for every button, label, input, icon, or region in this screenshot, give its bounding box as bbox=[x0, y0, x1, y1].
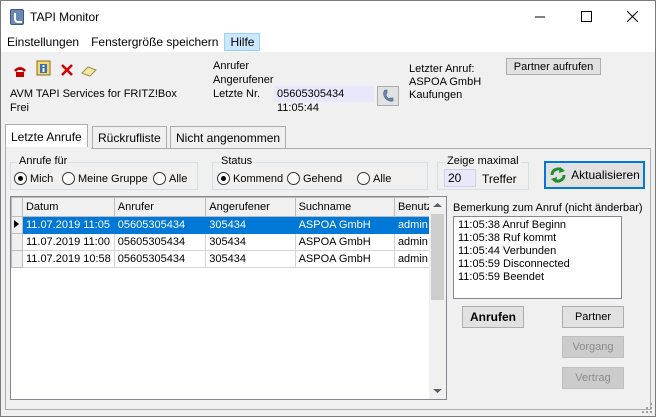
letzter-anruf-company: ASPOA GmbH bbox=[409, 76, 482, 88]
col-datum[interactable]: Datum bbox=[21, 197, 115, 217]
menu-fenstergroesse[interactable]: Fenstergröße speichern bbox=[85, 33, 224, 51]
close-button[interactable] bbox=[609, 1, 655, 32]
phone-app-icon bbox=[10, 8, 24, 25]
call-time: 11:05:44 bbox=[277, 102, 320, 114]
anrufen-button[interactable]: Anrufen bbox=[462, 306, 524, 328]
note-line: 11:05:59 Beendet bbox=[458, 271, 545, 283]
menu-hilfe[interactable]: Hilfe bbox=[224, 33, 261, 51]
aktualisieren-button[interactable]: Aktualisieren bbox=[544, 161, 645, 189]
scroll-down-icon bbox=[433, 389, 442, 393]
close-icon bbox=[626, 11, 638, 22]
radio-mich[interactable]: Mich bbox=[14, 172, 53, 185]
maximize-button[interactable] bbox=[563, 1, 609, 32]
table-row[interactable]: 11.07.2019 10:58 05605305434 305434 ASPO… bbox=[11, 250, 446, 268]
vertrag-button[interactable]: Vertrag bbox=[562, 367, 624, 389]
app-window: TAPI Monitor Einstellungen Fenstergröße … bbox=[0, 0, 656, 417]
vorgang-button[interactable]: Vorgang bbox=[562, 336, 624, 358]
anrufer-label: Anrufer bbox=[213, 60, 250, 72]
grid-header-row: Datum Anrufer Angerufener Suchname Benut… bbox=[11, 197, 446, 217]
row-indicator bbox=[11, 216, 23, 234]
calls-table: Datum Anrufer Angerufener Suchname Benut… bbox=[11, 197, 446, 268]
eraser-icon[interactable] bbox=[81, 62, 97, 78]
letzte-nr-field: 05605305434 bbox=[274, 86, 374, 102]
grid-vertical-scrollbar[interactable] bbox=[429, 197, 446, 399]
maximize-icon bbox=[580, 11, 592, 22]
col-anrufer[interactable]: Anrufer bbox=[113, 197, 207, 217]
table-row[interactable]: 11.07.2019 11:05 05605305434 305434 ASPO… bbox=[11, 216, 446, 234]
letzter-anruf-label: Letzter Anruf: bbox=[409, 63, 475, 75]
row-pointer-icon bbox=[14, 219, 19, 228]
menu-einstellungen[interactable]: Einstellungen bbox=[1, 33, 85, 51]
menu-bar: Einstellungen Fenstergröße speichern Hil… bbox=[1, 32, 655, 52]
radio-meine-gruppe[interactable]: Meine Gruppe bbox=[62, 172, 148, 185]
letzte-nr-value: 05605305434 bbox=[277, 88, 345, 100]
tab-rueckrufliste[interactable]: Rückrufliste bbox=[92, 126, 167, 148]
minimize-button[interactable] bbox=[517, 1, 563, 32]
note-line: 11:05:38 Anruf Beginn bbox=[458, 219, 567, 231]
size-grip-icon[interactable] bbox=[641, 402, 653, 414]
phone-handset-icon bbox=[383, 89, 394, 102]
note-box: 11:05:38 Anruf Beginn 11:05:38 Ruf kommt… bbox=[453, 216, 622, 299]
note-title: Bemerkung zum Anruf (nicht änderbar) bbox=[453, 202, 643, 214]
dial-button[interactable] bbox=[377, 86, 399, 106]
radio-alle-status[interactable]: Alle bbox=[357, 172, 391, 185]
tab-nicht-angenommen[interactable]: Nicht angenommen bbox=[170, 126, 287, 148]
note-line: 11:05:59 Disconnected bbox=[458, 258, 570, 270]
scroll-up-icon bbox=[433, 203, 442, 207]
scroll-thumb[interactable] bbox=[431, 214, 444, 300]
window-title: TAPI Monitor bbox=[30, 9, 100, 24]
window-controls bbox=[517, 1, 655, 32]
table-row[interactable]: 11.07.2019 11:00 05605305434 305434 ASPO… bbox=[11, 233, 446, 251]
partner-button[interactable]: Partner bbox=[562, 306, 624, 328]
service-state: Frei bbox=[10, 102, 29, 114]
col-angerufener[interactable]: Angerufener bbox=[205, 197, 296, 217]
letzte-nr-label: Letzte Nr. bbox=[213, 88, 261, 100]
treffer-label: Treffer bbox=[482, 172, 517, 186]
title-bar: TAPI Monitor bbox=[1, 1, 655, 32]
angerufener-label: Angerufener bbox=[213, 74, 274, 86]
radio-alle-anrufe[interactable]: Alle bbox=[153, 172, 187, 185]
calls-grid[interactable]: Datum Anrufer Angerufener Suchname Benut… bbox=[10, 196, 447, 400]
service-name: AVM TAPI Services for FRITZ!Box bbox=[10, 88, 177, 100]
zeige-maximal-title: Zeige maximal bbox=[445, 155, 521, 167]
status-title: Status bbox=[219, 155, 255, 167]
letzter-anruf-city: Kaufungen bbox=[409, 89, 463, 101]
radio-gehend[interactable]: Gehend bbox=[287, 172, 342, 185]
delete-x-icon[interactable] bbox=[59, 62, 75, 78]
tab-letzte-anrufe[interactable]: Letzte Anrufe bbox=[5, 124, 88, 149]
minimize-icon bbox=[534, 16, 545, 18]
partner-aufrufen-button[interactable]: Partner aufrufen bbox=[506, 58, 601, 75]
note-line: 11:05:44 Verbunden bbox=[458, 245, 557, 257]
zeige-maximal-input[interactable]: 20 bbox=[444, 169, 476, 187]
info-card-icon[interactable] bbox=[36, 60, 52, 76]
note-line: 11:05:38 Ruf kommt bbox=[458, 232, 557, 244]
anrufe-fuer-title: Anrufe für bbox=[17, 155, 70, 167]
col-suchname[interactable]: Suchname bbox=[294, 197, 395, 217]
telephone-icon[interactable] bbox=[12, 63, 28, 79]
radio-mich-indicator[interactable] bbox=[14, 172, 27, 185]
radio-kommend[interactable]: Kommend bbox=[217, 172, 283, 185]
refresh-icon bbox=[550, 167, 566, 183]
